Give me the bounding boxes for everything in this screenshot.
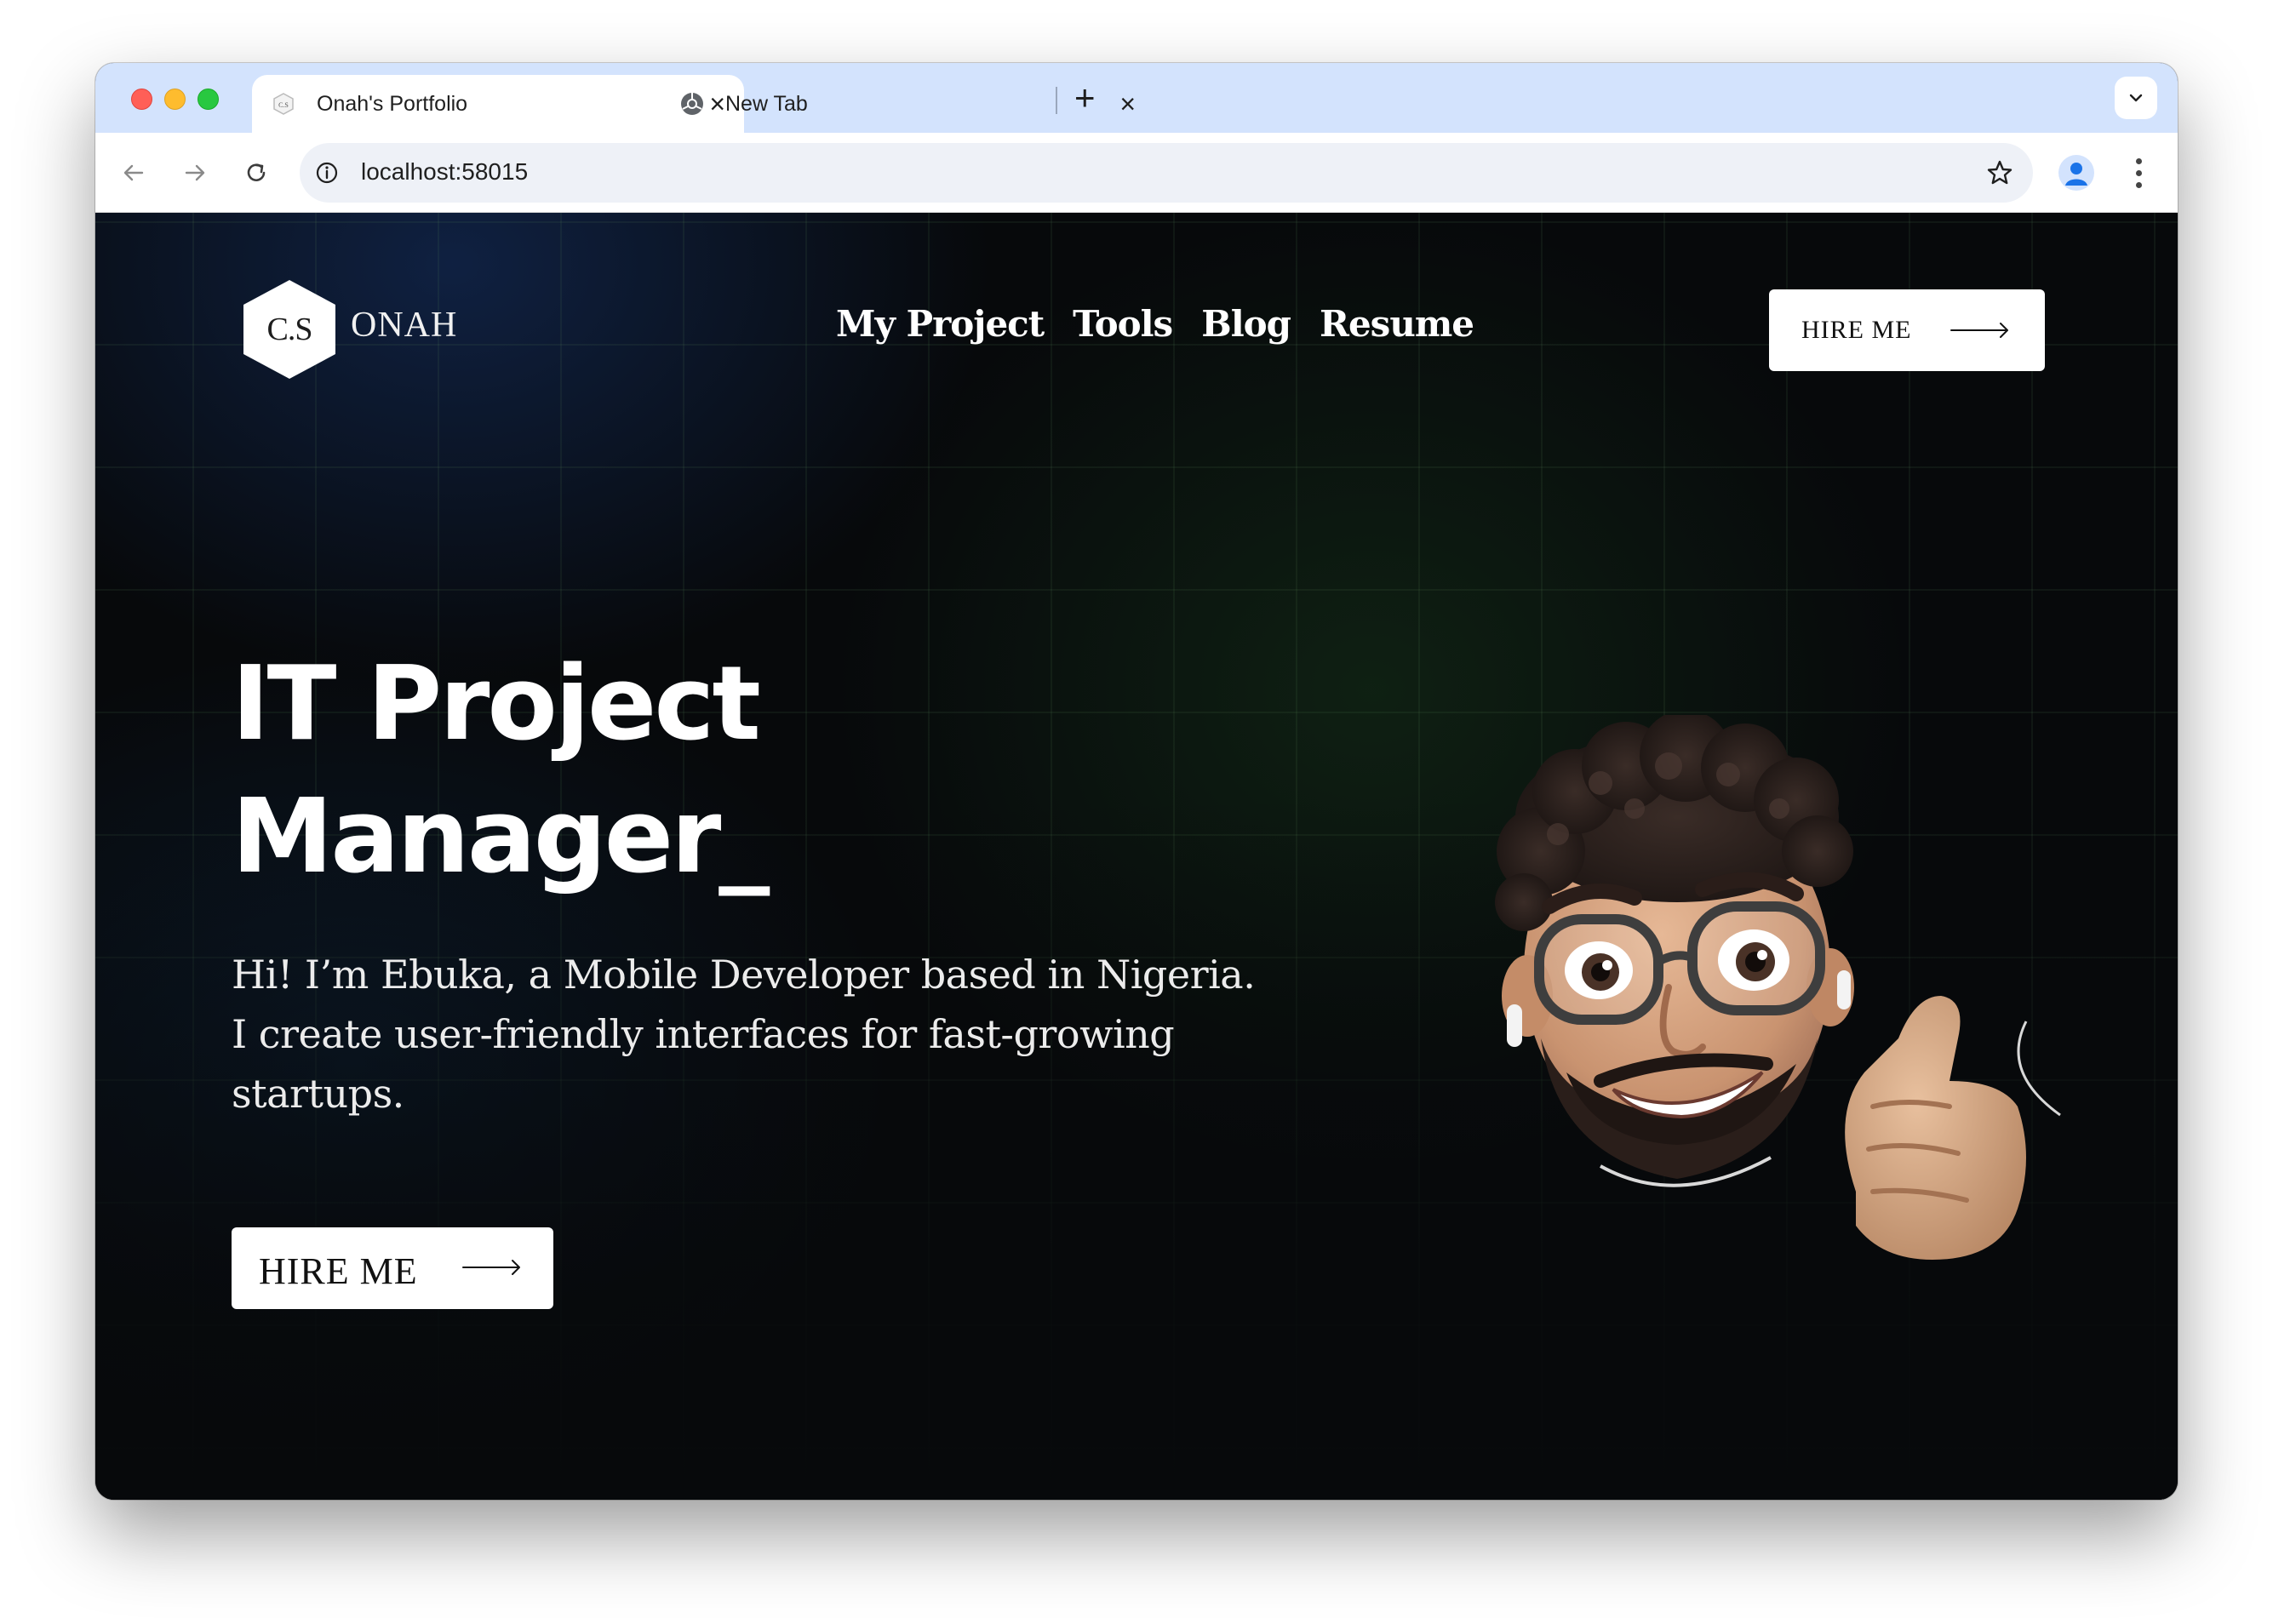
- site-info-icon[interactable]: [312, 157, 342, 188]
- more-menu-icon[interactable]: [2128, 155, 2149, 191]
- hire-me-hero-button[interactable]: HIRE ME: [232, 1227, 553, 1309]
- new-tab-plus-icon[interactable]: +: [1074, 80, 1096, 116]
- hire-me-header-button[interactable]: HIRE ME: [1769, 289, 2045, 371]
- main-nav: My Project Tools Blog Resume: [836, 303, 1474, 345]
- hexagon-logo-icon: C.S: [269, 89, 298, 118]
- chrome-icon: [678, 89, 707, 118]
- close-window-button[interactable]: [131, 89, 152, 110]
- portfolio-page: C.S ONAH My Project Tools Blog Resume HI…: [95, 213, 2178, 1500]
- minimize-window-button[interactable]: [164, 89, 186, 110]
- tab-title: New Tab: [725, 91, 808, 116]
- hire-me-label: HIRE ME: [259, 1250, 418, 1292]
- hero-intro: Hi! I’m Ebuka, a Mobile Developer based …: [232, 952, 1256, 1117]
- tab-search-chevron-icon[interactable]: [2115, 77, 2157, 119]
- arrow-right-icon: [1950, 323, 2008, 338]
- tab-strip: C.S Onah's Portfolio × New Tab × +: [95, 63, 2178, 133]
- logo-text: C.S: [266, 312, 313, 347]
- nav-my-project[interactable]: My Project: [836, 303, 1045, 345]
- arrow-right-icon: [462, 1260, 520, 1275]
- memoji-thumbs-up-avatar: [1495, 715, 2061, 1260]
- address-bar[interactable]: localhost:58015: [300, 143, 2033, 203]
- reload-icon[interactable]: [237, 153, 276, 192]
- bookmark-star-icon[interactable]: [1984, 157, 2016, 189]
- forward-arrow-icon[interactable]: [175, 153, 215, 192]
- profile-avatar-icon[interactable]: [2058, 155, 2094, 191]
- hero-headline: IT Project Manager_: [232, 638, 770, 904]
- tab-separator: [1056, 87, 1057, 114]
- nav-resume[interactable]: Resume: [1320, 303, 1474, 345]
- browser-toolbar: localhost:58015: [95, 133, 2178, 213]
- back-arrow-icon[interactable]: [114, 153, 153, 192]
- headline-line-2: Manager_: [232, 778, 770, 896]
- nav-blog[interactable]: Blog: [1201, 303, 1291, 345]
- window-controls: [131, 89, 219, 110]
- headline-line-1: IT Project: [232, 645, 761, 763]
- maximize-window-button[interactable]: [198, 89, 219, 110]
- site-logo[interactable]: C.S: [237, 277, 342, 382]
- hire-me-label: HIRE ME: [1801, 316, 1912, 344]
- browser-window: C.S Onah's Portfolio × New Tab × + local…: [95, 63, 2178, 1500]
- brand-name[interactable]: ONAH: [351, 305, 457, 346]
- svg-text:C.S: C.S: [278, 101, 289, 109]
- nav-tools[interactable]: Tools: [1073, 303, 1173, 345]
- close-tab-icon[interactable]: ×: [1119, 90, 1136, 117]
- tab-title: Onah's Portfolio: [317, 91, 468, 116]
- url-text: localhost:58015: [361, 158, 529, 185]
